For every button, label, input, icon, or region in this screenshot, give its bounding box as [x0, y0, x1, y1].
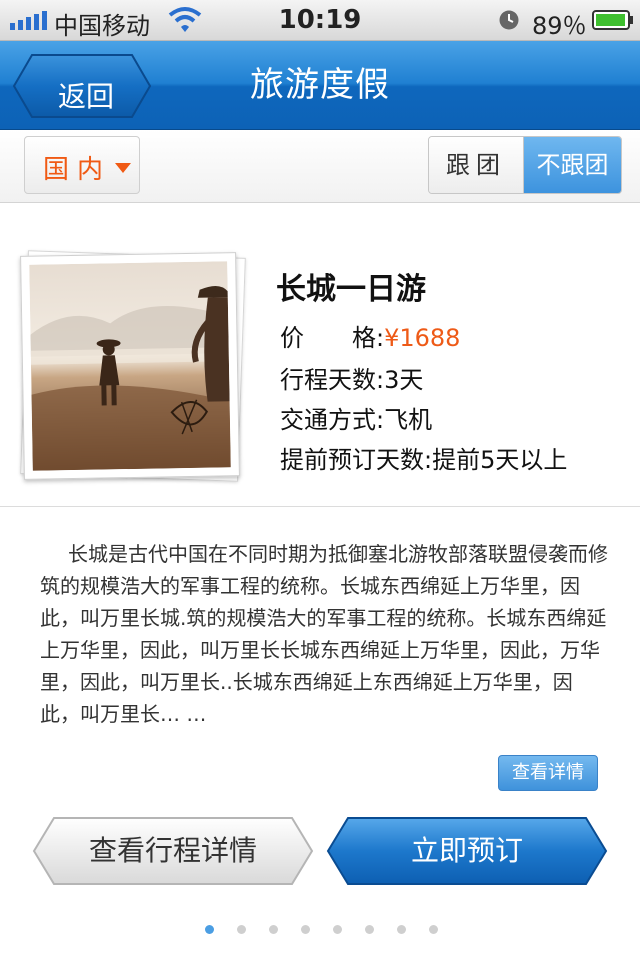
divider — [0, 506, 640, 507]
page-dot[interactable] — [301, 925, 310, 934]
photo-frame — [20, 252, 240, 480]
book-button-label: 立即预订 — [410, 834, 523, 867]
transport-row: 交通方式:飞机 — [280, 400, 432, 435]
view-details-button[interactable]: 查看详情 — [498, 755, 598, 791]
page-title: 旅游度假 — [250, 65, 390, 105]
page-dot[interactable] — [429, 925, 438, 934]
itinerary-button-label: 查看行程详情 — [88, 834, 257, 867]
page-dot[interactable] — [269, 925, 278, 934]
product-title: 长城一日游 — [276, 272, 426, 307]
days-row: 行程天数:3天 — [280, 360, 423, 395]
advance-label: 提前预订天数: — [280, 446, 433, 474]
beach-scene-image — [29, 261, 231, 471]
product-description: 长城是古代中国在不同时期为抵御塞北游牧部落联盟侵袭而修筑的规模浩大的军事工程的统… — [40, 542, 608, 726]
navigation-bar: 返回 旅游度假 — [0, 41, 640, 130]
page-dot[interactable] — [333, 925, 342, 934]
region-label: 国内 — [43, 155, 112, 185]
view-itinerary-button[interactable]: 查看行程详情 — [32, 816, 314, 886]
status-bar: 中国移动 10:19 89％ — [0, 0, 640, 41]
price-label: 价 格: — [280, 324, 385, 352]
segment-independent-tour[interactable]: 不跟团 — [524, 137, 621, 193]
advance-value: 提前5天以上 — [432, 446, 568, 474]
battery-icon — [592, 10, 633, 30]
segment-group-tour[interactable]: 跟团 — [429, 137, 524, 193]
price-value: ¥1688 — [384, 324, 461, 352]
book-now-button[interactable]: 立即预订 — [326, 816, 608, 886]
days-label: 行程天数: — [280, 366, 385, 394]
filter-bar: 国内 跟团 不跟团 — [0, 130, 640, 203]
dropdown-caret-icon — [115, 163, 131, 173]
region-dropdown[interactable]: 国内 — [24, 136, 140, 194]
transport-label: 交通方式: — [280, 406, 385, 434]
transport-value: 飞机 — [384, 406, 433, 434]
price-row: 价 格:¥1688 — [280, 318, 460, 353]
battery-percentage: 89％ — [532, 12, 587, 40]
page-dot[interactable] — [397, 925, 406, 934]
alarm-clock-icon — [499, 10, 519, 30]
product-photo[interactable] — [18, 250, 246, 482]
days-value: 3天 — [384, 366, 424, 394]
page-dot[interactable] — [365, 925, 374, 934]
page-dot[interactable] — [237, 925, 246, 934]
tour-type-segmented-control: 跟团 不跟团 — [428, 136, 622, 194]
advance-booking-row: 提前预订天数:提前5天以上 — [280, 440, 567, 475]
page-dot[interactable] — [205, 925, 214, 934]
